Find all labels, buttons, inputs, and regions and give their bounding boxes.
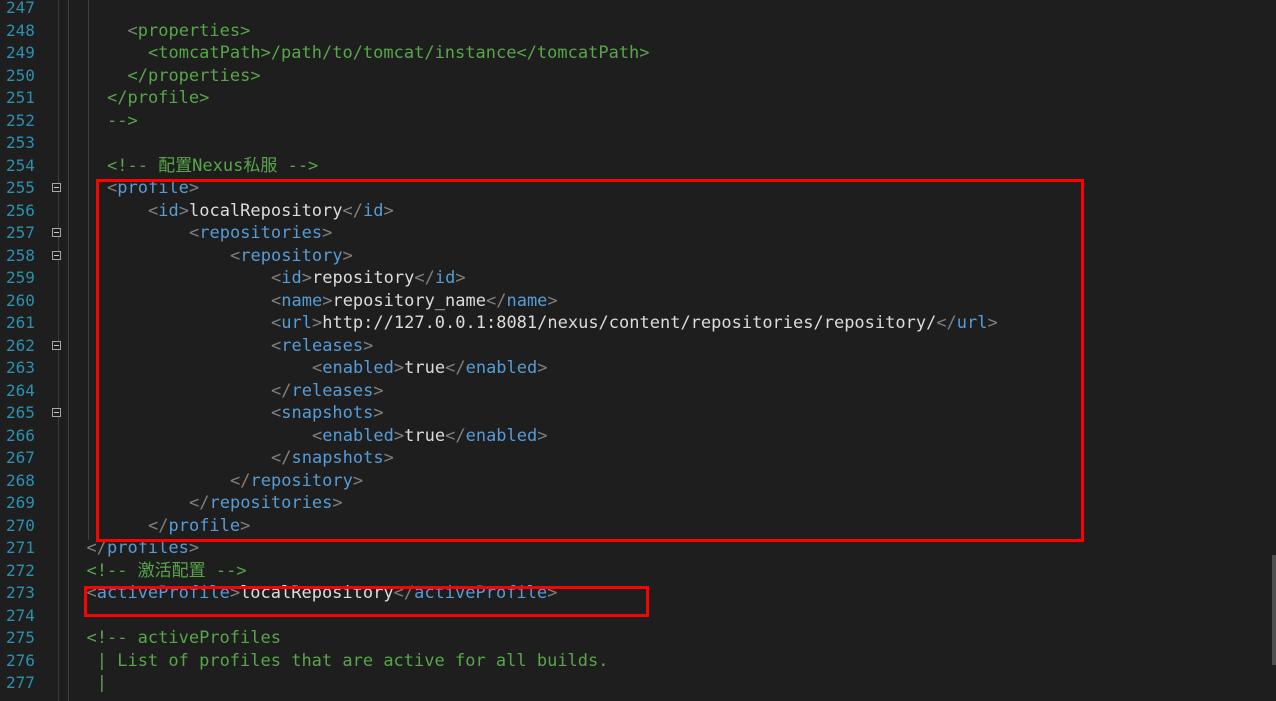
- fold-toggle-icon[interactable]: [52, 250, 61, 260]
- line-number: 268: [6, 470, 35, 490]
- code-content: <!-- 激活配置 -->: [87, 560, 247, 582]
- indent-guide: [88, 0, 89, 540]
- code-line[interactable]: 248 <properties>: [0, 20, 1276, 42]
- code-content: </properties>: [128, 65, 261, 87]
- scrollbar-thumb[interactable]: [1272, 555, 1276, 665]
- line-number: 257: [6, 223, 35, 242]
- line-number: 252: [6, 110, 35, 130]
- line-number: 264: [6, 380, 35, 400]
- indent-guide: [68, 0, 69, 701]
- code-editor[interactable]: 247 248 <properties> 249 <tomcatPath>/path/t…: [0, 0, 1276, 701]
- highlight-box-active-profile: [84, 586, 649, 617]
- line-number: 254: [6, 155, 35, 175]
- code-token: </properties>: [127, 65, 261, 86]
- line-number: 255: [6, 178, 35, 197]
- line-number: 270: [6, 515, 35, 535]
- code-token: properties: [137, 20, 241, 41]
- code-token: <tomcatPath>/path/to/tomcat/instance</to…: [148, 43, 650, 63]
- code-token: <!-- 激活配置 -->: [86, 560, 247, 581]
- fold-toggle-icon[interactable]: [52, 228, 61, 237]
- code-token: <!-- 配置Nexus私服 -->: [107, 155, 319, 176]
- code-line[interactable]: 272 <!-- 激活配置 -->: [0, 560, 1276, 582]
- line-number: 247: [6, 0, 35, 17]
- line-number: 256: [6, 200, 35, 220]
- code-line[interactable]: 247: [0, 0, 1276, 19]
- line-number: 277: [6, 673, 35, 692]
- code-content: <!-- 配置Nexus私服 -->: [107, 155, 318, 177]
- code-token: <!-- activeProfiles: [86, 628, 281, 648]
- line-number: 276: [6, 650, 35, 670]
- line-number: 260: [6, 290, 35, 310]
- code-token: | List of profiles that are active for a…: [96, 650, 609, 671]
- line-number: 267: [6, 448, 35, 467]
- line-number: 258: [6, 245, 35, 265]
- line-number: 248: [6, 20, 35, 40]
- line-number: 271: [6, 538, 35, 557]
- code-content: <!-- activeProfiles: [87, 627, 281, 649]
- code-line[interactable]: 250 </properties>: [0, 65, 1276, 87]
- code-content: | List of profiles that are active for a…: [97, 650, 609, 672]
- code-token: |: [96, 673, 107, 693]
- line-number: 251: [6, 88, 35, 107]
- line-number: 262: [6, 335, 35, 355]
- code-token: >: [240, 20, 251, 41]
- line-number: 272: [6, 560, 35, 580]
- line-number: 273: [6, 583, 35, 602]
- fold-toggle-icon[interactable]: [52, 183, 61, 192]
- line-number: 265: [6, 403, 35, 422]
- line-number: 250: [6, 65, 35, 85]
- line-number: 275: [6, 628, 35, 647]
- fold-toggle-icon[interactable]: [52, 340, 61, 350]
- code-content: <properties>: [128, 20, 251, 42]
- code-token: -->: [107, 110, 138, 131]
- code-line[interactable]: 275 <!-- activeProfiles: [0, 627, 1276, 649]
- code-line[interactable]: 254 <!-- 配置Nexus私服 -->: [0, 155, 1276, 177]
- line-number: 269: [6, 493, 35, 512]
- code-token: <: [127, 20, 138, 41]
- code-token: </profile>: [107, 88, 210, 108]
- code-line[interactable]: 252 -->: [0, 110, 1276, 132]
- code-content: <tomcatPath>/path/to/tomcat/instance</to…: [148, 42, 650, 64]
- code-line[interactable]: 249 <tomcatPath>/path/to/tomcat/instance<…: [0, 42, 1276, 64]
- code-line[interactable]: 276 | List of profiles that are active fo…: [0, 650, 1276, 672]
- code-content: </profile>: [107, 87, 209, 109]
- fold-toggle-icon[interactable]: [52, 408, 61, 417]
- line-number: 253: [6, 133, 35, 152]
- code-content: -->: [107, 110, 138, 132]
- line-number: 261: [6, 313, 35, 332]
- code-line[interactable]: 253: [0, 132, 1276, 154]
- code-content: |: [97, 672, 107, 694]
- line-number: 263: [6, 358, 35, 377]
- line-number: 249: [6, 43, 35, 62]
- highlight-box-profile: [96, 179, 1084, 542]
- line-number: 266: [6, 425, 35, 445]
- code-line[interactable]: 277 |: [0, 672, 1276, 694]
- code-line[interactable]: 251 </profile>: [0, 87, 1276, 109]
- line-number: 274: [6, 605, 35, 625]
- line-number: 259: [6, 268, 35, 287]
